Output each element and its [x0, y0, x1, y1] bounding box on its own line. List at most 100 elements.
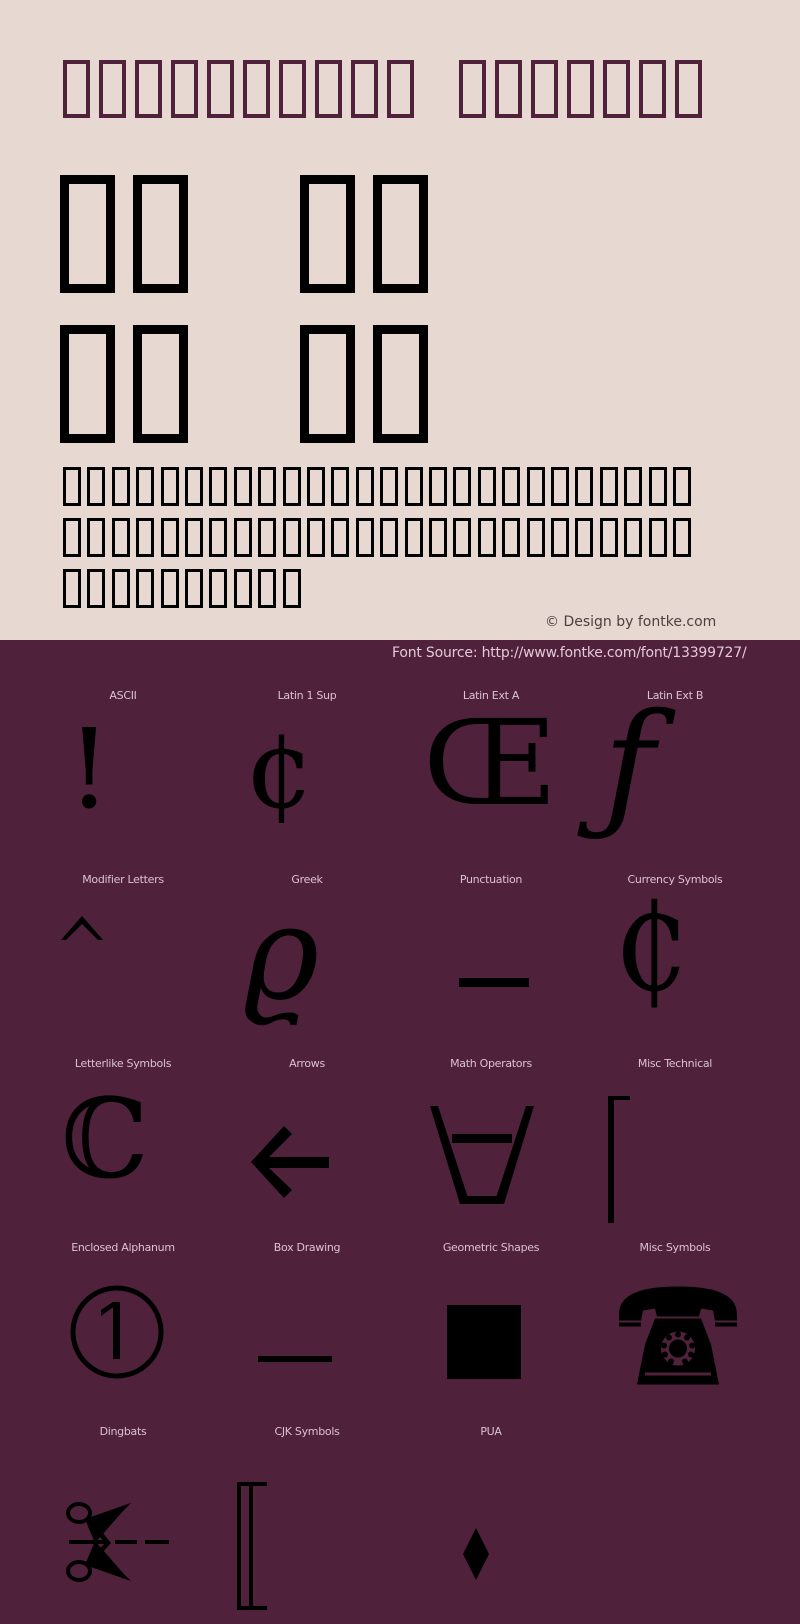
block-label: ASCII	[109, 689, 137, 702]
block-label: Box Drawing	[273, 1241, 341, 1254]
block-cell-misc-technical: Misc Technical	[583, 1054, 767, 1238]
small-tofu-glyph	[185, 467, 203, 506]
block-cell-currency-symbols: Currency Symbols ₵	[583, 870, 767, 1054]
title-tofu-glyph	[675, 60, 702, 118]
small-tofu-glyph	[477, 467, 496, 506]
cedi-glyph: ₵	[613, 880, 690, 1019]
block-label: Misc Symbols	[639, 1241, 711, 1254]
small-tofu-glyph	[599, 467, 618, 506]
f-hook-glyph: ƒ	[603, 684, 655, 847]
small-tofu-glyph	[282, 518, 301, 557]
title-tofu-glyph	[351, 60, 378, 118]
block-cell-misc-symbols: Misc Symbols	[583, 1238, 767, 1422]
block-label: Math Operators	[450, 1057, 532, 1070]
small-tofu-glyph	[111, 569, 130, 608]
block-cell-latin-ext-a: Latin Ext A Œ	[399, 686, 583, 870]
title-tofu-glyph	[495, 60, 522, 118]
small-tofu-glyph	[87, 518, 106, 557]
design-credit: © Design by fontke.com	[545, 614, 717, 630]
small-tofu-glyph	[380, 467, 399, 506]
block-cell-cjk-symbols: CJK Symbols	[215, 1422, 399, 1610]
small-tofu-glyph	[160, 569, 179, 608]
block-cell-latin-1-sup: Latin 1 Sup ¢	[215, 686, 399, 870]
small-tofu-glyph	[233, 518, 252, 557]
small-tofu-glyph	[209, 569, 228, 608]
small-tofu-glyph	[575, 467, 594, 506]
unicode-block-grid: ASCII ! Latin 1 Sup ¢ Latin Ext A Œ Lati…	[31, 686, 767, 1610]
block-cell-enclosed-alphanum: Enclosed Alphanum	[31, 1238, 215, 1422]
small-tofu-glyph	[673, 518, 691, 557]
large-tofu-glyph	[373, 325, 428, 443]
large-tofu-glyph	[300, 175, 355, 293]
block-cell-pua: PUA	[399, 1422, 583, 1606]
small-tofu-glyph	[404, 467, 423, 506]
block-label: Enclosed Alphanum	[71, 1241, 175, 1254]
small-tofu-glyph	[258, 518, 277, 557]
small-tofu-glyph	[185, 518, 203, 557]
small-tofu-glyph	[453, 518, 472, 557]
small-tofu-glyph	[87, 569, 106, 608]
exclamation-glyph: !	[67, 705, 112, 833]
small-tofu-glyph	[233, 467, 252, 506]
small-tofu-glyph	[87, 467, 106, 506]
large-tofu-glyph	[60, 175, 115, 293]
title-tofu-glyph	[135, 60, 162, 118]
small-tofu-glyph	[502, 467, 521, 506]
small-tofu-glyph	[136, 518, 155, 557]
block-cell-geometric-shapes: Geometric Shapes	[399, 1238, 583, 1422]
block-label: CJK Symbols	[274, 1425, 340, 1438]
small-tofu-glyph	[160, 467, 179, 506]
small-tofu-glyph	[404, 518, 423, 557]
title-tofu-glyph	[279, 60, 306, 118]
block-cell-arrows: Arrows	[215, 1054, 399, 1238]
small-tofu-glyph	[63, 467, 81, 506]
title-tofu-glyph	[459, 60, 486, 118]
title-tofu-glyph	[567, 60, 594, 118]
small-tofu-glyph	[526, 518, 545, 557]
white-square-bracket-glyph	[237, 1482, 267, 1610]
title-tofu-glyph	[315, 60, 342, 118]
title-tofu-glyph	[63, 60, 90, 118]
block-cell-greek: Greek ϱ	[215, 870, 399, 1054]
block-cell-box-drawing: Box Drawing	[215, 1238, 399, 1422]
small-tofu-glyph	[258, 569, 277, 608]
en-dash-glyph	[459, 978, 529, 987]
scissors-glyph	[66, 1502, 169, 1582]
title-tofu-glyph	[243, 60, 270, 118]
font-source-link[interactable]: Font Source: http://www.fontke.com/font/…	[392, 645, 747, 661]
block-cell-ascii: ASCII !	[31, 686, 215, 870]
small-tofu-glyph	[282, 467, 301, 506]
block-label: Dingbats	[99, 1425, 147, 1438]
block-label: Arrows	[289, 1057, 325, 1070]
small-tofu-glyph	[453, 467, 472, 506]
title-tofu-glyph	[99, 60, 126, 118]
small-tofu-glyph	[477, 518, 496, 557]
block-cell-punctuation: Punctuation	[399, 870, 583, 1054]
small-tofu-glyph	[258, 467, 277, 506]
block-cell-latin-ext-b: Latin Ext B ƒ	[583, 686, 767, 870]
small-tofu-glyph	[63, 518, 81, 557]
block-label: Punctuation	[459, 873, 523, 886]
small-tofu-glyph	[551, 518, 569, 557]
small-tofu-glyph	[233, 569, 252, 608]
block-cell-dingbats: Dingbats	[31, 1422, 215, 1606]
small-tofu-glyph	[648, 518, 667, 557]
large-tofu-glyph	[133, 175, 188, 293]
small-tofu-glyph	[429, 518, 447, 557]
circled-one-glyph	[70, 1285, 164, 1379]
title-tofu-glyph	[603, 60, 630, 118]
small-tofu-glyph	[307, 518, 325, 557]
small-tofu-glyph	[111, 467, 130, 506]
block-cell-math-operators: Math Operators	[399, 1054, 583, 1238]
small-tofu-glyph	[185, 569, 203, 608]
font-preview-panel: © Design by fontke.com	[0, 0, 800, 640]
small-tofu-glyph	[551, 467, 569, 506]
small-tofu-glyph	[63, 569, 81, 608]
small-tofu-glyph	[648, 467, 667, 506]
cent-glyph: ¢	[245, 705, 315, 833]
small-tofu-glyph	[136, 569, 155, 608]
for-all-glyph	[430, 1106, 534, 1204]
small-tofu-glyph	[136, 467, 155, 506]
diamond-glyph	[463, 1528, 489, 1580]
bracket-upper-glyph	[608, 1096, 630, 1223]
